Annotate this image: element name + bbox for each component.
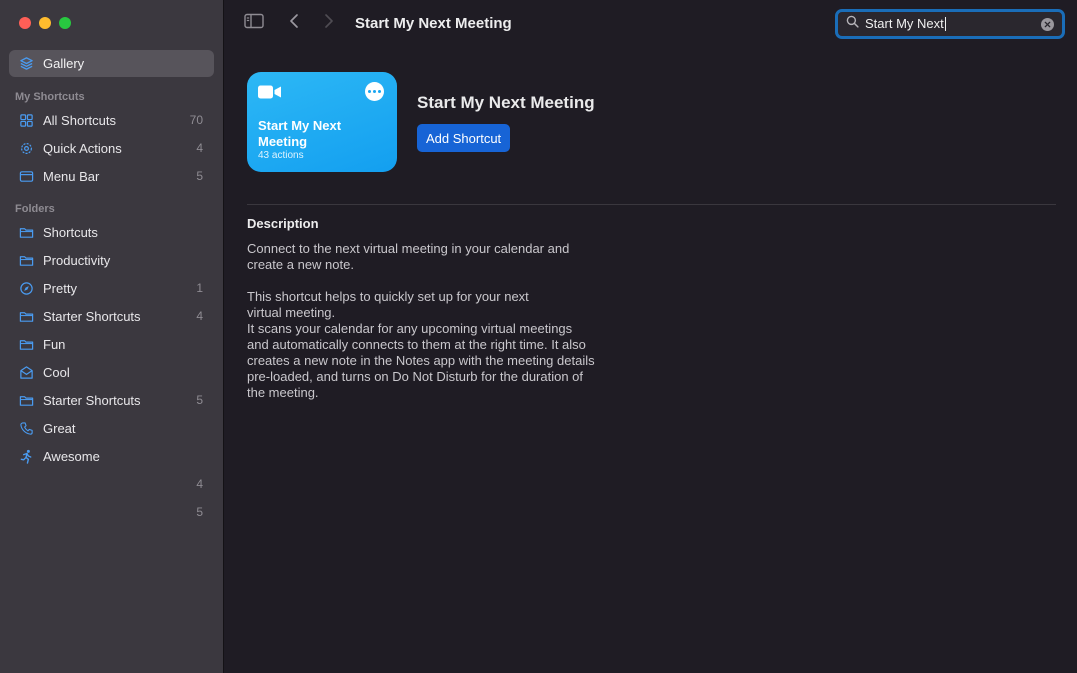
sidebar: Gallery My Shortcuts All Shortcuts 70 Qu…: [0, 0, 224, 673]
sidebar-item-cool[interactable]: Cool: [9, 360, 214, 384]
description-details: This shortcut helps to quickly set up fo…: [247, 289, 595, 400]
sidebar-item-great[interactable]: Great: [9, 416, 214, 440]
grid-icon: [19, 113, 34, 128]
my-shortcuts-heading: My Shortcuts: [15, 91, 85, 103]
sidebar-item-label: Great: [43, 420, 76, 436]
sidebar-item-shortcuts[interactable]: Shortcuts: [9, 220, 214, 244]
description-heading: Description: [247, 216, 319, 231]
gear-icon: [19, 141, 34, 156]
item-count: 5: [196, 169, 203, 183]
sidebar-item-starter-shortcuts-2[interactable]: Starter Shortcuts 5: [9, 388, 214, 412]
sidebar-item-pretty[interactable]: Pretty 1: [9, 276, 214, 300]
item-count: 1: [196, 281, 203, 295]
item-count: 4: [196, 309, 203, 323]
item-count: 4: [196, 477, 203, 491]
item-count: 5: [196, 505, 203, 519]
page-title: Start My Next Meeting: [355, 15, 512, 32]
shortcut-card-name: Start My Next Meeting: [258, 118, 342, 149]
running-figure-icon: [19, 449, 34, 464]
sidebar-item-label: Starter Shortcuts: [43, 392, 141, 408]
search-icon: [846, 15, 859, 33]
close-window-button[interactable]: [19, 17, 31, 29]
zoom-window-button[interactable]: [59, 17, 71, 29]
gallery-icon: [19, 56, 34, 71]
shortcut-title: Start My Next Meeting: [417, 93, 595, 112]
folder-icon: [19, 309, 34, 324]
sidebar-item-label: Shortcuts: [43, 224, 98, 240]
sidebar-item-productivity[interactable]: Productivity: [9, 248, 214, 272]
phone-icon: [19, 421, 34, 436]
search-input[interactable]: Start My Next: [865, 17, 946, 31]
forward-button[interactable]: [322, 13, 336, 34]
sidebar-item-label: Quick Actions: [43, 140, 122, 156]
item-count: 5: [196, 393, 203, 407]
sidebar-item-awesome[interactable]: Awesome: [9, 444, 214, 468]
window-controls: [19, 17, 71, 29]
video-camera-icon: [258, 84, 282, 105]
sidebar-item-label: Pretty: [43, 280, 77, 296]
back-button[interactable]: [287, 13, 301, 34]
sidebar-item-starter-shortcuts[interactable]: Starter Shortcuts 4: [9, 304, 214, 328]
description-summary: Connect to the next virtual meeting in y…: [247, 241, 570, 272]
sidebar-item-label: Awesome: [43, 448, 100, 464]
clear-search-button[interactable]: [1041, 18, 1054, 31]
sidebar-item-label: Cool: [43, 364, 70, 380]
add-shortcut-button[interactable]: Add Shortcut: [417, 124, 511, 152]
sidebar-item-fun[interactable]: Fun: [9, 332, 214, 356]
shortcut-card[interactable]: Start My Next Meeting 43 actions: [247, 72, 397, 172]
divider: [247, 204, 1056, 205]
chevron-right-icon: [324, 13, 334, 34]
sidebar-item-label: Menu Bar: [43, 168, 100, 184]
toolbar: Start My Next Meeting Start My Next: [225, 0, 1077, 48]
search-field[interactable]: Start My Next: [835, 9, 1065, 39]
chevron-left-icon: [289, 13, 299, 34]
folder-icon: [19, 393, 34, 408]
folder-icon: [19, 337, 34, 352]
folder-icon: [19, 253, 34, 268]
item-count: 4: [196, 141, 203, 155]
sidebar-item-label: Gallery: [43, 56, 85, 71]
minimize-window-button[interactable]: [39, 17, 51, 29]
sidebar-item-label: Starter Shortcuts: [43, 308, 141, 324]
sidebar-item-quick-actions[interactable]: Quick Actions 4: [9, 136, 214, 160]
sidebar-item-menu-bar[interactable]: Menu Bar 5: [9, 164, 214, 188]
item-count: 70: [189, 113, 203, 127]
menubar-icon: [19, 169, 34, 184]
sidebar-item-label: Productivity: [43, 252, 111, 268]
envelope-icon: [19, 365, 34, 380]
folders-heading: Folders: [15, 203, 55, 215]
sidebar-item-gallery[interactable]: Gallery: [9, 50, 214, 77]
folder-icon: [19, 225, 34, 240]
toggle-sidebar-button[interactable]: [243, 13, 265, 34]
sidebar-toggle-icon: [244, 13, 264, 34]
sidebar-item-label: All Shortcuts: [43, 112, 116, 128]
action-count: 43 actions: [258, 150, 304, 161]
sidebar-item-all-shortcuts[interactable]: All Shortcuts 70: [9, 108, 214, 132]
compass-icon: [19, 281, 34, 296]
sidebar-item-label: Fun: [43, 336, 66, 352]
more-options-button[interactable]: [365, 82, 384, 101]
